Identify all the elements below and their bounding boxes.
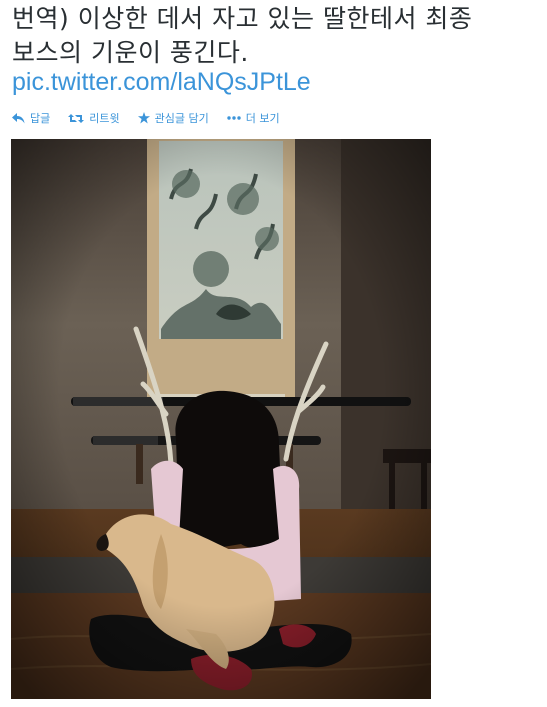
more-label: 더 보기 <box>245 112 280 125</box>
tweet-actions: 답글 리트윗 관심글 담기 더 보기 <box>12 108 280 128</box>
tweet-text: 번역) 이상한 데서 자고 있는 딸한테서 최종 보스의 기운이 풍긴다. <box>12 2 547 70</box>
tweet-photo[interactable] <box>11 139 431 699</box>
reply-label: 답글 <box>30 112 51 125</box>
more-icon <box>227 116 241 120</box>
retweet-button[interactable]: 리트윗 <box>68 110 120 126</box>
star-icon <box>137 112 150 124</box>
tweet-text-line-2: 보스의 기운이 풍긴다. <box>12 38 249 67</box>
tweet-image-link[interactable]: pic.twitter.com/laNQsJPtLe <box>12 66 311 98</box>
favorite-label: 관심글 담기 <box>154 112 209 125</box>
tweet-text-line-1: 번역) 이상한 데서 자고 있는 딸한테서 최종 <box>12 4 473 33</box>
retweet-label: 리트윗 <box>89 112 120 125</box>
reply-icon <box>12 112 25 124</box>
retweet-icon <box>68 113 85 124</box>
reply-button[interactable]: 답글 <box>12 110 50 126</box>
more-button[interactable]: 더 보기 <box>227 110 280 126</box>
favorite-button[interactable]: 관심글 담기 <box>137 110 209 126</box>
